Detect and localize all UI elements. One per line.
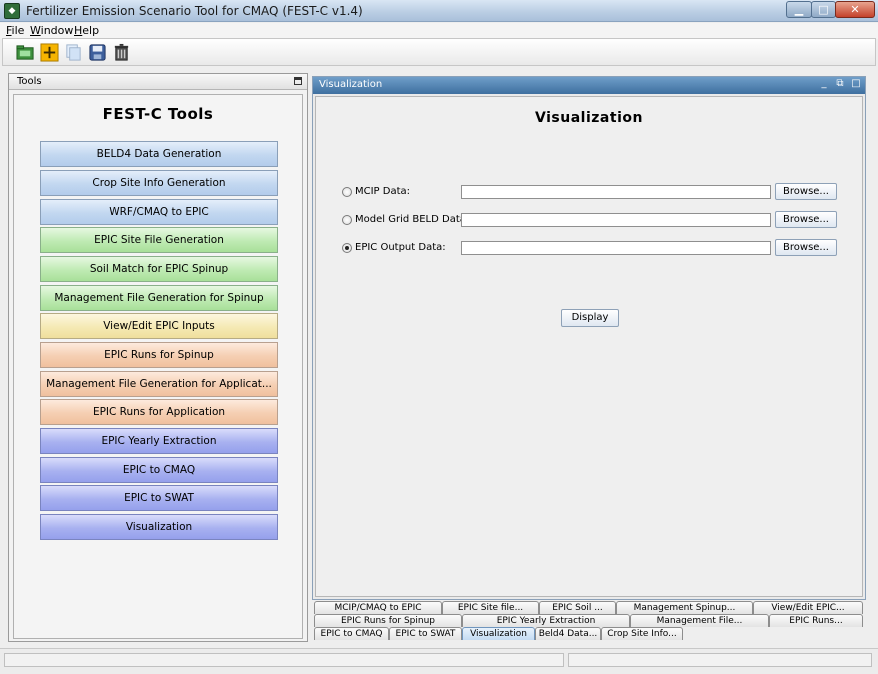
tool-wrf-cmaq-to-epic[interactable]: WRF/CMAQ to EPIC (40, 199, 278, 225)
menu-window[interactable]: Window (30, 24, 73, 37)
visualization-panel: Visualization MCIP Data: Browse... Model… (315, 96, 863, 597)
maximize-panel-icon[interactable] (294, 77, 302, 85)
tools-panel: Tools FEST-C Tools BELD4 Data Generation… (8, 73, 308, 642)
visualization-heading: Visualization (535, 110, 643, 126)
tool-soil-match-for-epic-spinup[interactable]: Soil Match for EPIC Spinup (40, 256, 278, 282)
app-icon: ◆ (4, 3, 20, 19)
status-message (4, 653, 564, 667)
tab-epic-site-file[interactable]: EPIC Site file... (442, 601, 539, 614)
mcip-browse-button[interactable]: Browse... (775, 183, 837, 200)
save-disk-icon[interactable] (87, 42, 108, 63)
tool-management-file-generation-application[interactable]: Management File Generation for Applicat.… (40, 371, 278, 397)
open-folder-icon[interactable] (15, 42, 36, 63)
tab-epic-to-swat[interactable]: EPIC to SWAT (389, 627, 462, 640)
copy-icon[interactable] (63, 42, 84, 63)
visualization-frame-title: Visualization (319, 79, 383, 90)
visualization-frame-titlebar[interactable]: Visualization _ ⧉ □ (313, 77, 865, 94)
tool-crop-site-info-generation[interactable]: Crop Site Info Generation (40, 170, 278, 196)
tools-panel-header: Tools (9, 74, 307, 90)
tab-epic-to-cmaq[interactable]: EPIC to CMAQ (314, 627, 389, 640)
menu-bar: File Window Help (0, 23, 878, 39)
tool-epic-yearly-extraction[interactable]: EPIC Yearly Extraction (40, 428, 278, 454)
frame-minimize-icon[interactable]: _ (819, 79, 829, 90)
mcip-data-label: MCIP Data: (355, 186, 411, 197)
tab-epic-runs[interactable]: EPIC Runs... (769, 614, 863, 627)
status-bar (0, 648, 878, 674)
add-icon[interactable] (39, 42, 60, 63)
tab-beld4-data[interactable]: Beld4 Data... (535, 627, 601, 640)
trash-icon[interactable] (111, 42, 132, 63)
visualization-frame: Visualization _ ⧉ □ Visualization MCIP D… (312, 76, 866, 600)
tool-epic-to-cmaq[interactable]: EPIC to CMAQ (40, 457, 278, 483)
menu-file[interactable]: File (6, 24, 24, 37)
tools-list: FEST-C Tools BELD4 Data Generation Crop … (13, 94, 303, 639)
frame-restore-icon[interactable]: ⧉ (835, 79, 845, 90)
tool-view-edit-epic-inputs[interactable]: View/Edit EPIC Inputs (40, 313, 278, 339)
model-grid-beld-data-field[interactable] (461, 213, 771, 227)
tab-view-edit-epic[interactable]: View/Edit EPIC... (753, 601, 863, 614)
tab-epic-yearly-extraction[interactable]: EPIC Yearly Extraction (462, 614, 630, 627)
tool-beld4-data-generation[interactable]: BELD4 Data Generation (40, 141, 278, 167)
tab-mcip-cmaq-to-epic[interactable]: MCIP/CMAQ to EPIC (314, 601, 442, 614)
mcip-data-radio[interactable] (342, 187, 352, 197)
menu-help[interactable]: Help (74, 24, 99, 37)
tab-visualization[interactable]: Visualization (462, 627, 535, 640)
tools-panel-label: Tools (17, 76, 42, 87)
maximize-button[interactable]: □ (811, 1, 836, 18)
tab-epic-soil[interactable]: EPIC Soil ... (539, 601, 616, 614)
tool-visualization[interactable]: Visualization (40, 514, 278, 540)
frame-tab-strip: MCIP/CMAQ to EPIC EPIC Site file... EPIC… (312, 601, 866, 643)
tool-epic-runs-for-spinup[interactable]: EPIC Runs for Spinup (40, 342, 278, 368)
tool-epic-to-swat[interactable]: EPIC to SWAT (40, 485, 278, 511)
mcip-data-field[interactable] (461, 185, 771, 199)
tool-epic-site-file-generation[interactable]: EPIC Site File Generation (40, 227, 278, 253)
tab-crop-site-info[interactable]: Crop Site Info... (601, 627, 683, 640)
frame-maximize-icon[interactable]: □ (851, 79, 861, 90)
model-grid-beld-data-radio[interactable] (342, 215, 352, 225)
epic-output-browse-button[interactable]: Browse... (775, 239, 837, 256)
tab-epic-runs-for-spinup[interactable]: EPIC Runs for Spinup (314, 614, 462, 627)
toolbar (2, 38, 876, 66)
model-grid-beld-data-label: Model Grid BELD Data: (355, 214, 470, 225)
tools-title: FEST-C Tools (102, 105, 214, 123)
status-progress (568, 653, 872, 667)
minimize-button[interactable]: ▁ (786, 1, 812, 18)
epic-output-data-field[interactable] (461, 241, 771, 255)
epic-output-data-radio[interactable] (342, 243, 352, 253)
model-grid-beld-browse-button[interactable]: Browse... (775, 211, 837, 228)
tab-management-file[interactable]: Management File... (630, 614, 769, 627)
display-button[interactable]: Display (561, 309, 619, 327)
epic-output-data-label: EPIC Output Data: (355, 242, 446, 253)
tab-management-spinup[interactable]: Management Spinup... (616, 601, 753, 614)
tool-management-file-generation-spinup[interactable]: Management File Generation for Spinup (40, 285, 278, 311)
close-button[interactable]: ✕ (835, 1, 875, 18)
tool-epic-runs-for-application[interactable]: EPIC Runs for Application (40, 399, 278, 425)
window-titlebar: ◆ Fertilizer Emission Scenario Tool for … (0, 0, 878, 22)
window-title: Fertilizer Emission Scenario Tool for CM… (26, 4, 363, 18)
